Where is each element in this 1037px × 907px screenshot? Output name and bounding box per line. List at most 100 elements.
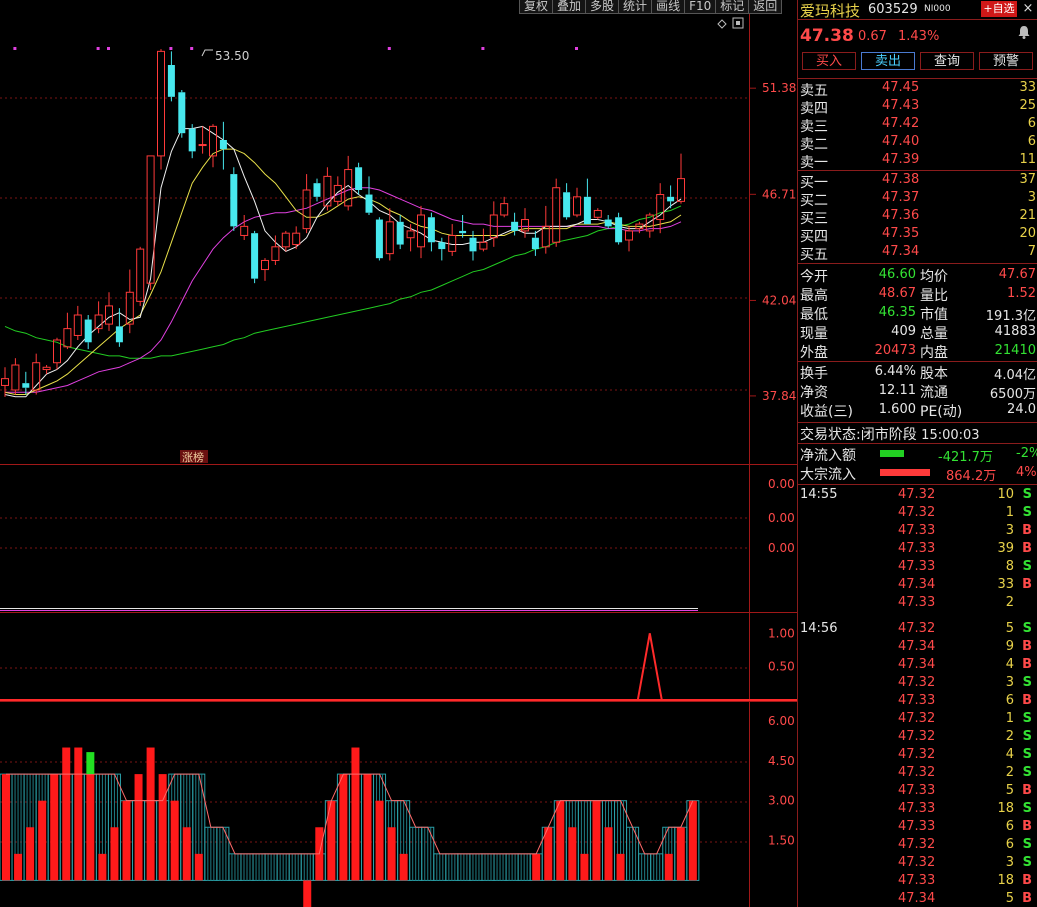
tick-price: 47.32	[898, 855, 936, 870]
candle	[396, 215, 404, 250]
total-vol-value: 41883	[994, 324, 1036, 339]
asks-row[interactable]: 卖一 47.39 11	[798, 152, 1037, 171]
tick-price: 47.34	[898, 639, 936, 654]
toolbar-button[interactable]: 叠加	[552, 0, 587, 14]
tick-row: 14:55 47.32 10 S	[798, 487, 1037, 505]
tick-volume: 6	[1005, 693, 1014, 708]
red-bar	[50, 774, 59, 881]
candle	[209, 124, 217, 168]
tick-side: S	[1022, 801, 1032, 816]
tick-price: 47.32	[898, 837, 936, 852]
bell-icon[interactable]	[1016, 24, 1032, 40]
tick-row: 47.33 18 S	[798, 801, 1037, 819]
candle	[219, 121, 227, 170]
query-button[interactable]: 查询	[920, 52, 974, 70]
asks-row[interactable]: 卖二 47.40 6	[798, 134, 1037, 153]
bids-price: 47.36	[882, 208, 920, 223]
tick-row: 47.34 5 B	[798, 891, 1037, 907]
tick-price: 47.33	[898, 873, 936, 888]
open-value: 46.60	[878, 267, 916, 282]
candle	[438, 237, 446, 261]
high-marker-icon	[201, 49, 213, 57]
bids-volume: 37	[1019, 172, 1036, 187]
asks-price: 47.43	[882, 98, 920, 113]
asks-row[interactable]: 卖三 47.42 6	[798, 116, 1037, 135]
float-value: 6500万	[989, 387, 1036, 402]
tick-row: 47.32 6 S	[798, 837, 1037, 855]
candle	[448, 224, 457, 256]
bids-label: 买五	[800, 247, 828, 263]
expand-icon[interactable]	[732, 17, 744, 29]
block-inflow-pct: 4%	[1016, 465, 1037, 480]
tick-row: 47.34 9 B	[798, 639, 1037, 657]
kline-chart[interactable]: 51.38 46.71 42.04 37.84 0.00 0.00 0.00 1.00 0.5…	[0, 0, 797, 907]
red-bar	[339, 774, 348, 881]
close-icon[interactable]: ×	[1020, 1, 1036, 17]
tick-row: 47.32 3 S	[798, 675, 1037, 693]
bids-row[interactable]: 买五 47.34 7	[798, 244, 1037, 263]
trade-status: 交易状态:闭市阶段 15:00:03	[800, 424, 980, 444]
bids-row[interactable]: 买三 47.36 21	[798, 208, 1037, 227]
red-bar	[98, 853, 107, 881]
bids-row[interactable]: 买二 47.37 3	[798, 190, 1037, 209]
chart-toolbar: 复权 叠加 多股 统计 画线 F10 标记 返回	[519, 0, 783, 14]
quote-panel: 爱玛科技 603529 NI000 +自选 × 47.38 0.67 1.43%…	[797, 0, 1037, 907]
candle	[188, 124, 196, 159]
mktcap-value: 191.3亿	[985, 309, 1036, 324]
asks-price: 47.40	[882, 134, 920, 149]
toolbar-button[interactable]: 复权	[519, 0, 554, 14]
toolbar-button[interactable]: F10	[684, 0, 717, 14]
panel4-highlight-bar	[86, 752, 95, 775]
bids-label: 买二	[800, 193, 828, 209]
tick-volume: 8	[1005, 559, 1014, 574]
avg-label: 均价	[920, 269, 948, 285]
open-label: 今开	[800, 269, 828, 285]
tick-side: B	[1022, 657, 1032, 672]
block-inflow-bar	[880, 469, 930, 476]
bids-row[interactable]: 买一 47.38 37	[798, 172, 1037, 191]
tick-volume: 3	[1005, 523, 1014, 538]
tick-row: 47.32 3 S	[798, 855, 1037, 873]
bids-price: 47.34	[882, 244, 920, 259]
tick-price: 47.33	[898, 819, 936, 834]
bids-label: 买四	[800, 229, 828, 245]
tick-volume: 33	[997, 577, 1014, 592]
candle	[198, 126, 207, 154]
inner-label: 内盘	[920, 345, 948, 361]
divider	[798, 78, 1037, 79]
event-marker	[13, 47, 17, 50]
tick-price: 47.34	[898, 657, 936, 672]
stock-code: 603529	[868, 2, 918, 17]
red-bar	[170, 800, 179, 881]
avg-value: 47.67	[998, 267, 1036, 282]
divider	[798, 422, 1037, 423]
turnover-label: 换手	[800, 366, 828, 382]
red-bar	[62, 747, 71, 881]
settings-diamond-icon[interactable]	[717, 19, 727, 29]
tick-side: S	[1022, 711, 1032, 726]
tick-side: S	[1022, 559, 1032, 574]
asks-row[interactable]: 卖五 47.45 33	[798, 80, 1037, 99]
panel2-tick-label: 0.00	[768, 541, 795, 555]
alert-button[interactable]: 预警	[979, 52, 1033, 70]
tick-row: 47.34 4 B	[798, 657, 1037, 675]
sell-button[interactable]: 卖出	[861, 52, 915, 70]
tick-price: 47.33	[898, 693, 936, 708]
high-label: 最高	[800, 288, 828, 304]
tick-side: S	[1022, 729, 1032, 744]
tick-volume: 4	[1005, 747, 1014, 762]
tick-volume: 9	[1005, 639, 1014, 654]
buy-button[interactable]: 买入	[802, 52, 856, 70]
asks-row[interactable]: 卖四 47.43 25	[798, 98, 1037, 117]
stock-name: 爱玛科技	[800, 2, 861, 20]
add-favorite-button[interactable]: +自选	[981, 1, 1017, 17]
toolbar-button[interactable]: 返回	[748, 0, 783, 14]
toolbar-button[interactable]: 标记	[715, 0, 750, 14]
candle	[94, 301, 103, 334]
bids-row[interactable]: 买四 47.35 20	[798, 226, 1037, 245]
toolbar-button[interactable]: 统计	[618, 0, 653, 14]
toolbar-button[interactable]: 多股	[585, 0, 620, 14]
red-bar	[604, 827, 613, 881]
limit-up-tag[interactable]: 涨榜	[180, 450, 208, 464]
toolbar-button[interactable]: 画线	[651, 0, 686, 14]
